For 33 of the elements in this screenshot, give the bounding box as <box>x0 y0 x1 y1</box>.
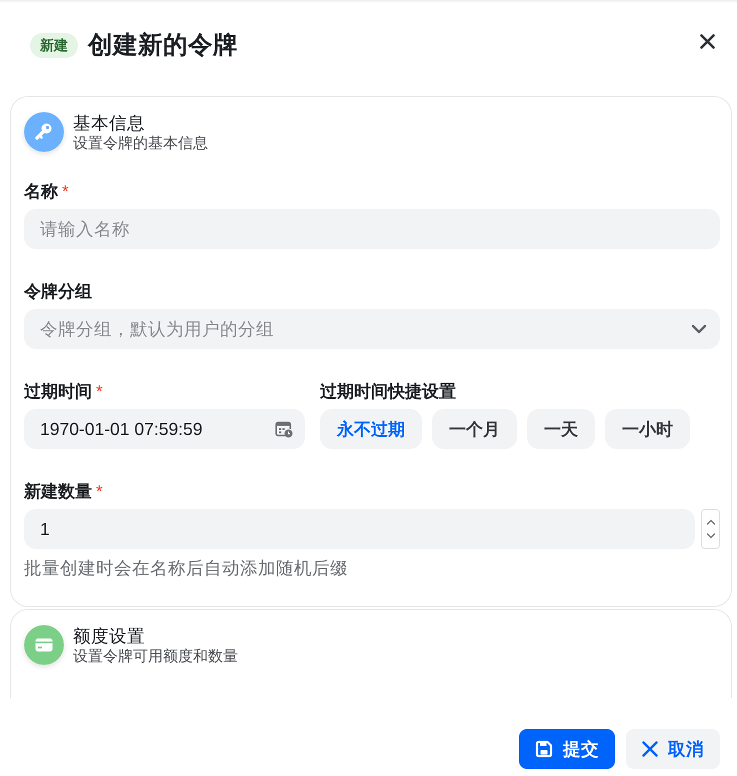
chevron-up-icon <box>706 519 716 525</box>
cancel-button[interactable]: 取消 <box>626 729 720 769</box>
submit-button[interactable]: 提交 <box>519 729 615 769</box>
section-subtitle: 设置令牌可用额度和数量 <box>73 647 238 667</box>
chevron-down-icon <box>706 533 716 539</box>
save-icon <box>535 740 553 758</box>
number-stepper[interactable] <box>701 509 720 549</box>
close-icon <box>642 741 658 757</box>
quick-expiry-button[interactable]: 一小时 <box>605 409 690 449</box>
required-mark: * <box>96 381 103 403</box>
quick-expiry-button[interactable]: 一天 <box>527 409 595 449</box>
field-label: 令牌分组 <box>24 281 92 303</box>
expiry-date-input[interactable]: 1970-01-01 07:59:59 <box>24 409 305 449</box>
name-input[interactable]: 请输入名称 <box>24 209 720 249</box>
field-label: 新建数量 <box>24 481 92 503</box>
quantity-input[interactable]: 1 <box>24 509 695 549</box>
section-title: 额度设置 <box>73 625 146 647</box>
chevron-down-icon <box>691 324 707 334</box>
help-text: 批量创建时会在名称后自动添加随机后缀 <box>24 557 349 580</box>
close-icon <box>700 34 715 49</box>
calendar-clock-icon <box>275 421 293 438</box>
quick-expiry-button[interactable]: 一个月 <box>432 409 517 449</box>
close-button[interactable] <box>700 34 715 49</box>
quick-expiry-button[interactable]: 永不过期 <box>320 409 422 449</box>
new-badge: 新建 <box>30 33 78 58</box>
required-mark: * <box>62 181 69 203</box>
dialog-title: 创建新的令牌 <box>88 30 239 60</box>
required-mark: * <box>96 481 103 503</box>
section-subtitle: 设置令牌的基本信息 <box>73 134 208 154</box>
section-title: 基本信息 <box>73 112 146 134</box>
field-label: 过期时间 <box>24 381 92 403</box>
field-label: 过期时间快捷设置 <box>320 381 456 403</box>
field-label: 名称 <box>24 181 58 203</box>
